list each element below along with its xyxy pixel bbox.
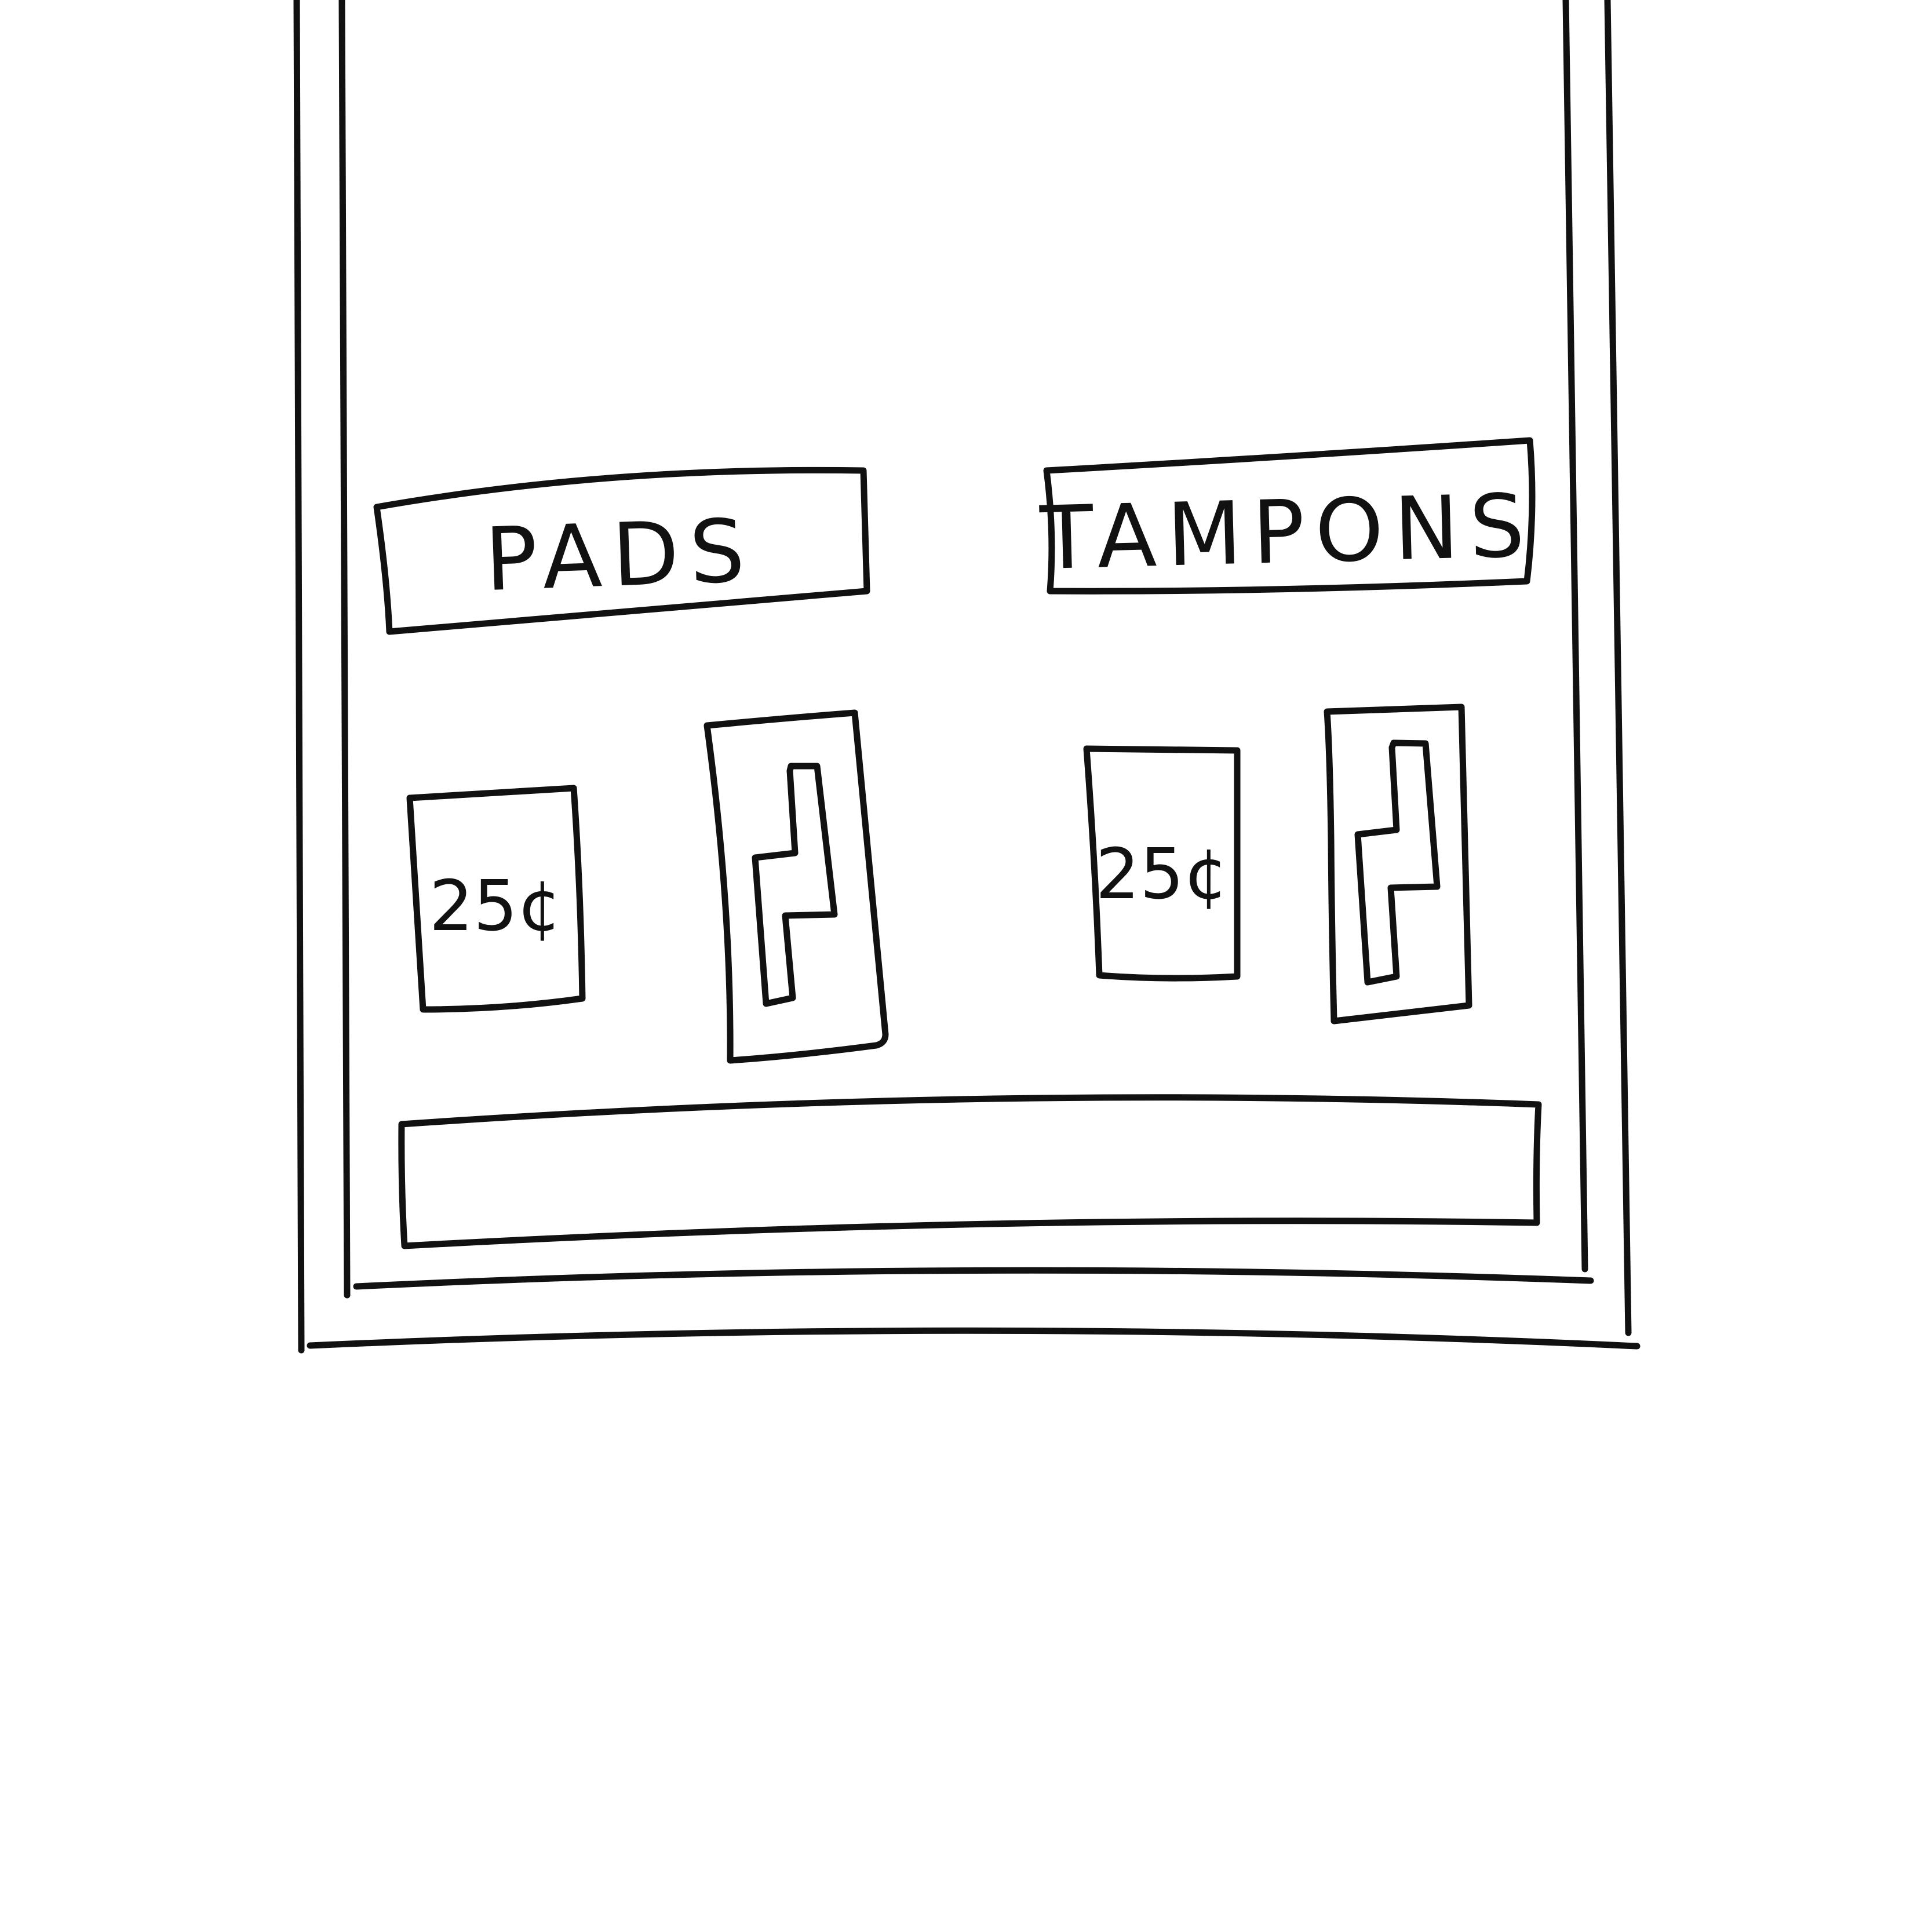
pads-price-label: 25¢ [429,866,562,947]
tampons-coin-slot[interactable] [1324,703,1472,1025]
tampons-price-display: 25¢ [1083,745,1241,982]
pads-header-label: PADS [483,501,757,611]
frame-inner-right-edge [1562,0,1588,1273]
frame-outer-bottom-edge [307,1327,1641,1350]
pads-coin-slot-lever-icon[interactable] [752,763,838,1007]
pads-price-display: 25¢ [406,785,586,1013]
tampons-section: TAMPONS 25¢ [1038,437,1536,1025]
pads-section: PADS 25¢ [373,466,889,1064]
dispense-tray[interactable] [398,1094,1542,1249]
frame-outer-right-edge [1604,0,1632,1336]
pads-header-sign: PADS [373,466,870,635]
frame-inner-bottom-edge [353,1267,1594,1290]
tampons-coin-slot-lever-icon[interactable] [1354,739,1441,986]
tampons-header-label: TAMPONS [1038,476,1536,589]
tampons-header-sign: TAMPONS [1038,437,1536,595]
tampons-price-label: 25¢ [1095,834,1228,915]
dispense-tray-opening[interactable] [398,1094,1542,1249]
frame-outer-left-edge [293,0,305,1354]
frame-inner-left-edge [338,0,351,1299]
machine-frame [293,0,1641,1354]
vending-machine-sketch: PADS 25¢ TAMPONS 25¢ [293,0,1641,1354]
pads-coin-slot[interactable] [703,709,889,1064]
